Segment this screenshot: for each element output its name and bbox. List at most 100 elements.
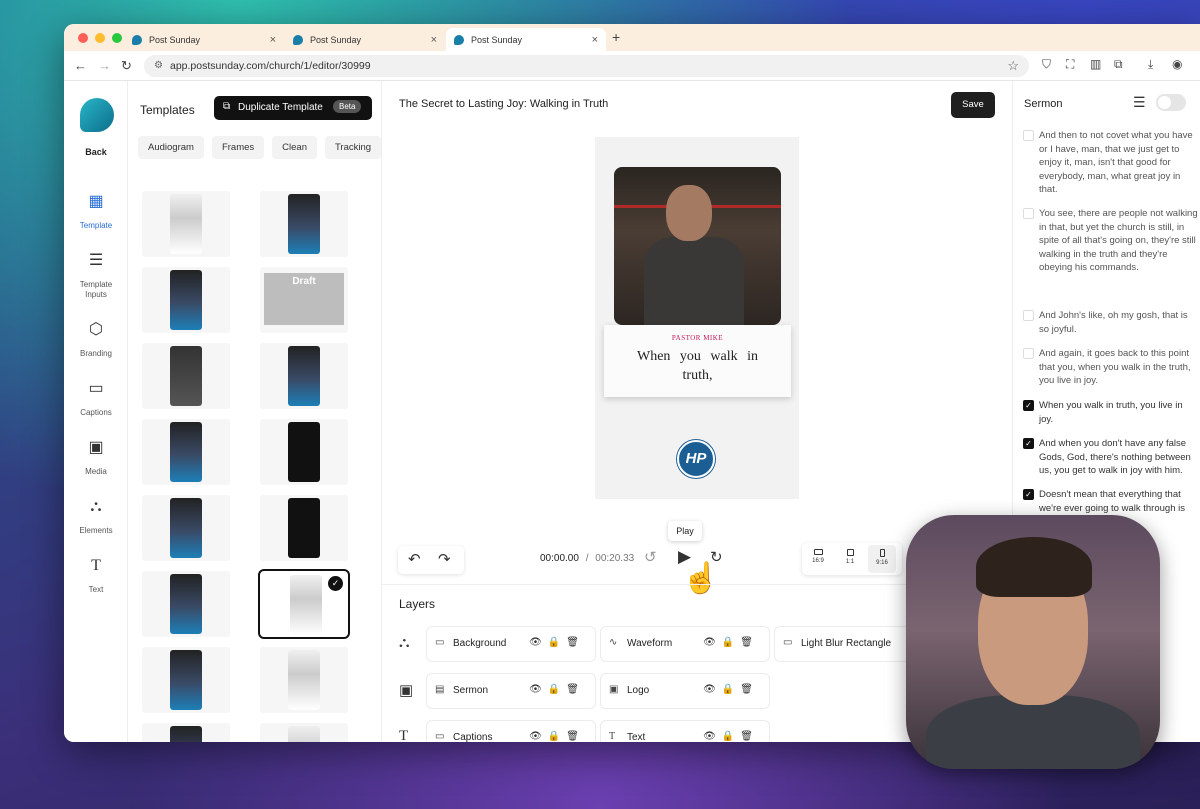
transcript-paragraph[interactable]: And then to not covet what you have or I… [1023, 129, 1198, 197]
chip-frames[interactable]: Frames [211, 136, 265, 159]
save-button[interactable]: Save [951, 92, 995, 118]
back-arrow-icon[interactable]: ← [74, 58, 87, 73]
transcript-paragraph[interactable]: You see, there are people not walking in… [1023, 207, 1198, 275]
back-button[interactable]: Back [64, 147, 128, 157]
close-window-button[interactable] [78, 33, 88, 43]
sermon-video-frame[interactable] [614, 167, 781, 325]
paragraph-checkbox[interactable] [1023, 130, 1034, 141]
close-tab-icon[interactable]: × [431, 34, 437, 46]
shapes-row-icon: ⛬ [399, 634, 410, 651]
layer-waveform[interactable]: ∿ Waveform 👁🔒🗑 [601, 627, 769, 661]
template-thumbnail[interactable] [260, 647, 348, 713]
rail-item-branding[interactable]: ⬡ Branding [64, 322, 128, 359]
transcript-paragraph[interactable]: And John's like, oh my gosh, that is so … [1023, 309, 1198, 336]
browser-tab-active[interactable]: Post Sunday × [446, 28, 606, 51]
video-icon: ▤ [435, 684, 445, 695]
profile-icon[interactable]: ◉ [1172, 57, 1182, 71]
transcript-paragraph[interactable]: And again, it goes back to this point th… [1023, 347, 1198, 388]
playback-time: 00:00.00 / 00:20.33 [540, 553, 634, 564]
transcript-paragraph-selected[interactable]: ✓ When you walk in truth, you live in jo… [1023, 399, 1198, 426]
bookmark-star-icon[interactable]: ☆ [1007, 58, 1019, 74]
rail-item-captions[interactable]: ▭ Captions [64, 381, 128, 418]
download-icon[interactable]: ⤓ [1148, 57, 1153, 72]
preview-canvas[interactable]: PASTOR MIKE When you walk in truth, HP [595, 137, 799, 499]
ratio-16-9-button[interactable]: 16:9 [804, 549, 832, 564]
transcript-paragraph-selected[interactable]: ✓ And when you don't have any false Gods… [1023, 437, 1198, 478]
paragraph-checkbox-checked[interactable]: ✓ [1023, 400, 1034, 411]
reader-icon[interactable]: ▥ [1090, 57, 1101, 71]
template-thumbnail[interactable] [142, 723, 230, 742]
template-thumbnail[interactable] [142, 191, 230, 257]
template-thumbnail-selected[interactable]: ✓ [258, 569, 350, 639]
paragraph-checkbox[interactable] [1023, 310, 1034, 321]
template-thumbnail[interactable] [142, 419, 230, 485]
ratio-9-16-button[interactable]: 9:16 [868, 545, 896, 573]
template-thumbnail[interactable] [260, 191, 348, 257]
reload-icon[interactable]: ↻ [121, 58, 132, 74]
time-separator: / [585, 553, 589, 564]
redo-icon[interactable]: ↷ [438, 550, 451, 568]
paragraph-checkbox-checked[interactable]: ✓ [1023, 438, 1034, 449]
paragraph-text: When you walk in truth, you live in joy. [1039, 400, 1183, 425]
layer-label: Sermon [453, 685, 489, 696]
ratio-1-1-button[interactable]: 1:1 [836, 549, 864, 565]
undo-icon[interactable]: ↶ [408, 550, 421, 568]
paragraph-checkbox[interactable] [1023, 208, 1034, 219]
rail-item-text[interactable]: T Text [64, 558, 128, 595]
layer-actions[interactable]: 👁🔒🗑 [529, 684, 585, 695]
paragraph-checkbox[interactable] [1023, 348, 1034, 359]
site-info-icon[interactable]: ⚙ [154, 60, 163, 71]
shield-extension-icon[interactable]: ⛉ [1042, 57, 1051, 72]
template-thumbnail[interactable] [142, 571, 230, 637]
rail-item-template[interactable]: ▦ Template [64, 194, 128, 231]
screenshot-icon[interactable]: ⛶ [1066, 57, 1074, 72]
minimize-window-button[interactable] [95, 33, 105, 43]
template-thumbnail[interactable] [260, 495, 348, 561]
sermon-toggle[interactable] [1156, 94, 1186, 111]
template-thumbnail[interactable] [260, 723, 348, 742]
church-logo[interactable]: HP [677, 440, 715, 478]
postsunday-logo-icon[interactable] [80, 98, 114, 132]
layer-text[interactable]: T Text 👁🔒🗑 [601, 721, 769, 742]
template-thumbnail[interactable] [260, 343, 348, 409]
close-tab-icon[interactable]: × [592, 34, 598, 46]
rewind-icon[interactable]: ↺ [644, 548, 657, 566]
paragraph-checkbox-checked[interactable]: ✓ [1023, 489, 1034, 500]
browser-tab[interactable]: Post Sunday × [124, 28, 284, 51]
layer-actions[interactable]: 👁🔒🗑 [703, 731, 759, 742]
selected-check-icon: ✓ [328, 576, 343, 591]
layer-actions[interactable]: 👁🔒🗑 [529, 731, 585, 742]
extensions-icon[interactable]: ⧉ [1114, 57, 1123, 72]
new-tab-icon[interactable]: + [612, 29, 620, 45]
layer-light-blur-rectangle[interactable]: ▭ Light Blur Rectangle [775, 627, 915, 661]
browser-tab[interactable]: Post Sunday × [285, 28, 445, 51]
template-thumbnail[interactable] [260, 419, 348, 485]
chip-audiogram[interactable]: Audiogram [138, 136, 204, 159]
template-thumbnail[interactable] [142, 495, 230, 561]
maximize-window-button[interactable] [112, 33, 122, 43]
chip-tracking[interactable]: Tracking [324, 136, 381, 159]
layer-logo[interactable]: ▣ Logo 👁🔒🗑 [601, 674, 769, 708]
layer-actions[interactable]: 👁🔒🗑 [529, 637, 585, 648]
layer-captions[interactable]: ▭ Captions 👁🔒🗑 [427, 721, 595, 742]
close-tab-icon[interactable]: × [270, 34, 276, 46]
url-bar[interactable]: ⚙ app.postsunday.com/church/1/editor/309… [144, 55, 1029, 77]
rail-item-template-inputs[interactable]: ☰ Template Inputs [64, 253, 128, 300]
speaker-head [666, 185, 712, 241]
chip-clean[interactable]: Clean [272, 136, 317, 159]
rail-item-media[interactable]: ▣ Media [64, 440, 128, 477]
template-thumbnail[interactable] [142, 647, 230, 713]
template-thumbnail-draft[interactable]: Draft [260, 267, 348, 333]
rail-item-elements[interactable]: ⛬ Elements [64, 499, 128, 536]
forward-arrow-icon[interactable]: → [98, 58, 111, 73]
layer-actions[interactable]: 👁🔒🗑 [703, 637, 759, 648]
caption-card[interactable]: PASTOR MIKE When you walk in truth, [604, 325, 791, 397]
layer-sermon[interactable]: ▤ Sermon 👁🔒🗑 [427, 674, 595, 708]
layer-background[interactable]: ▭ Background 👁🔒🗑 [427, 627, 595, 661]
transcript-icon[interactable]: ☰ [1133, 94, 1146, 111]
beta-badge: Beta [333, 100, 362, 113]
template-thumbnail[interactable] [142, 343, 230, 409]
layer-actions[interactable]: 👁🔒🗑 [703, 684, 759, 695]
template-thumbnail[interactable] [142, 267, 230, 333]
duplicate-template-button[interactable]: ⧉ Duplicate Template Beta [214, 96, 372, 120]
